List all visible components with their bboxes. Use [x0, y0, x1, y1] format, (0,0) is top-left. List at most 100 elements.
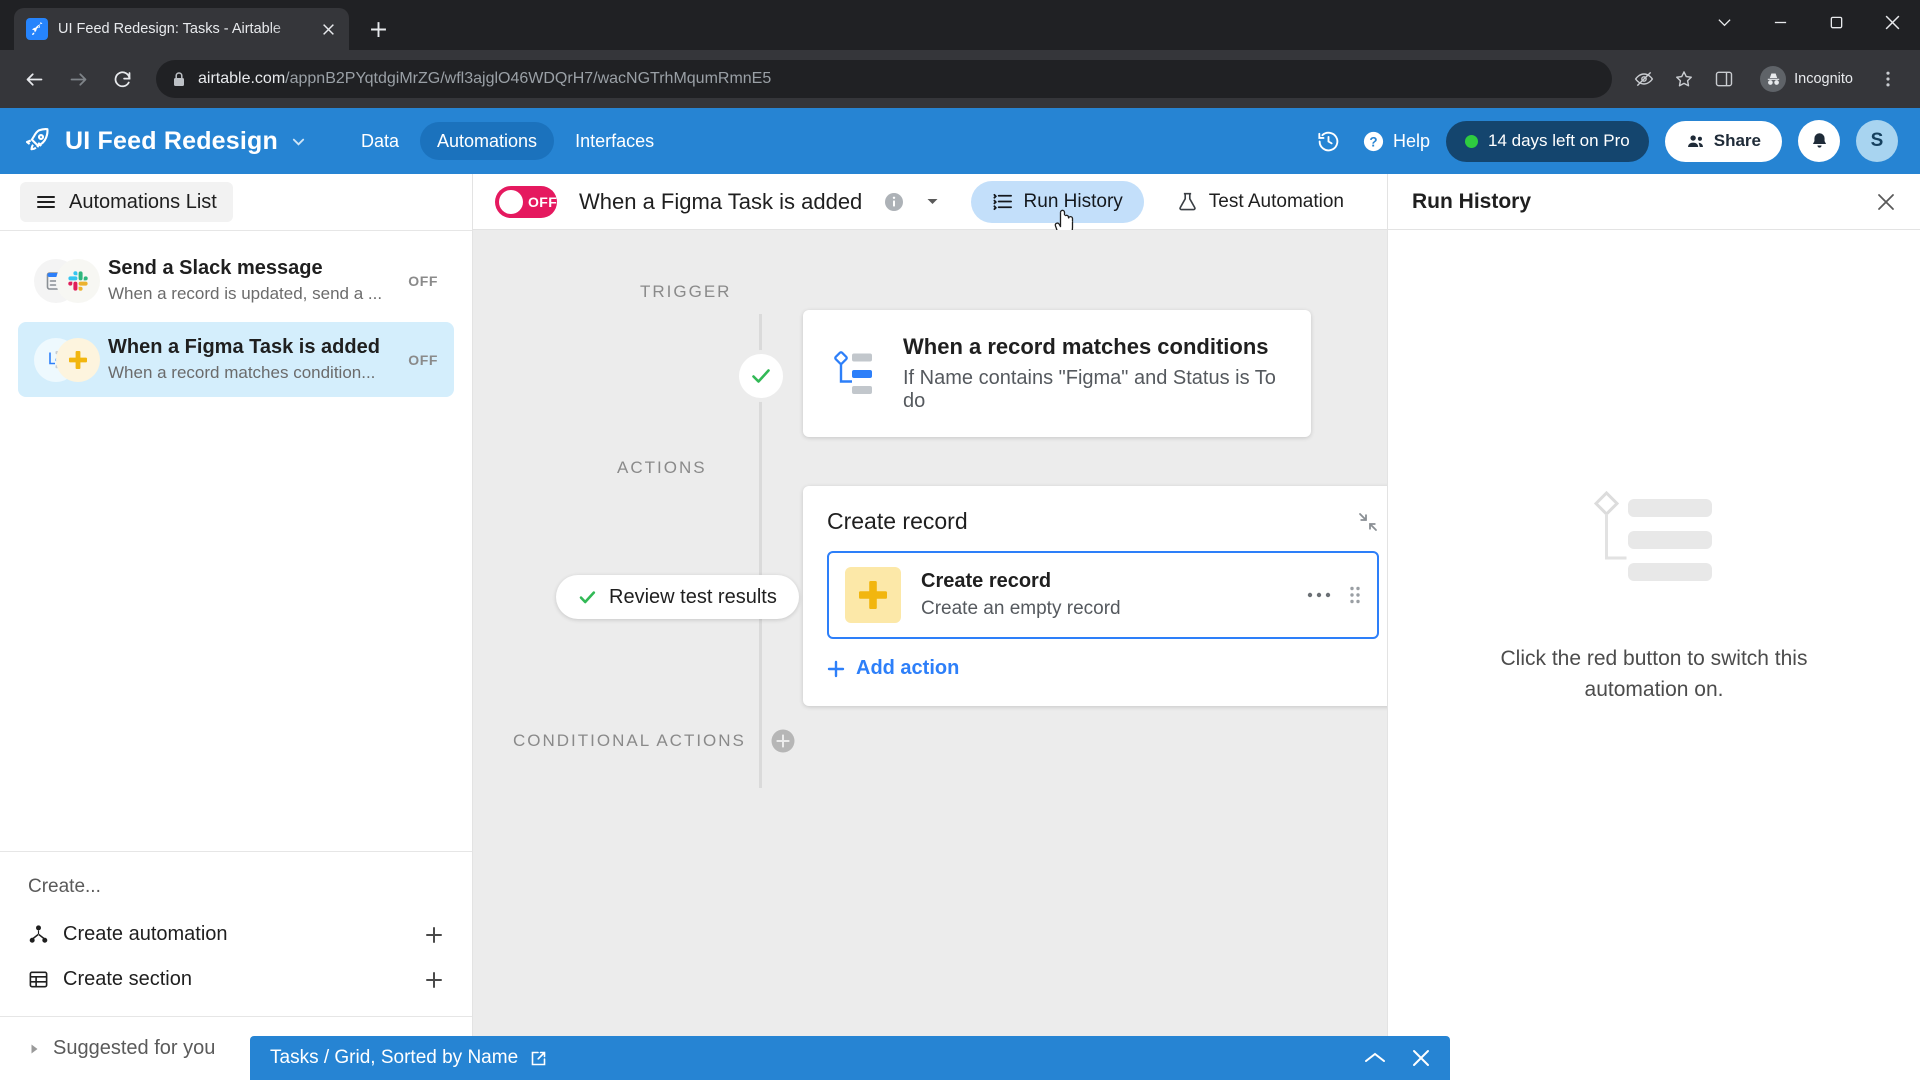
app-header-actions: ? Help 14 days left on Pro Share S — [1312, 120, 1898, 162]
add-icon — [827, 660, 845, 677]
add-conditional-action-icon[interactable] — [770, 728, 796, 754]
action-item-title: Create record — [921, 570, 1052, 592]
create-section-row[interactable]: Create section — [28, 957, 444, 1002]
trigger-section-label: TRIGGER — [640, 282, 732, 301]
trigger-card[interactable]: When a record matches conditions If Name… — [803, 310, 1311, 437]
editor-toolbar-buttons: Run History Test Automation — [970, 180, 1365, 238]
automations-list-label: Automations List — [69, 190, 217, 213]
external-link-icon[interactable] — [530, 1050, 547, 1067]
forward-button[interactable] — [58, 59, 98, 99]
action-group-header: Create record — [827, 508, 1379, 535]
info-icon[interactable] — [884, 192, 904, 212]
minimize-icon[interactable] — [1752, 0, 1808, 44]
create-label: Create... — [28, 876, 101, 897]
bottom-bar-label: Tasks / Grid, Sorted by Name — [270, 1047, 519, 1068]
conditional-actions-label: CONDITIONAL ACTIONS — [513, 731, 746, 750]
reload-button[interactable] — [102, 59, 142, 99]
editor-toolbar: OFF When a Figma Task is added Run Histo… — [473, 174, 1387, 238]
chevron-down-icon[interactable] — [291, 134, 306, 149]
check-icon — [752, 369, 770, 383]
browser-toolbar: airtable.com/appnB2PYqtdgiMrZG/wfl3ajglO… — [0, 50, 1920, 108]
drag-handle-icon[interactable] — [1349, 585, 1361, 605]
toggle-knob — [499, 189, 523, 214]
close-icon[interactable] — [1876, 192, 1896, 212]
lock-icon — [172, 71, 186, 87]
airtable-rocket-icon — [26, 18, 48, 40]
tab-data[interactable]: Data — [344, 122, 416, 160]
app-header: UI Feed Redesign Data Automations Interf… — [0, 108, 1920, 174]
help-button[interactable]: ? Help — [1362, 130, 1430, 153]
list-item-description: When a record is updated, send a ... — [108, 284, 383, 303]
url-domain: airtable.com — [198, 70, 286, 87]
add-icon[interactable] — [424, 970, 444, 990]
list-item[interactable]: Send a Slack message When a record is up… — [18, 243, 454, 318]
close-icon[interactable] — [1412, 1049, 1430, 1067]
create-automation-label: Create automation — [63, 923, 228, 945]
tab-automations[interactable]: Automations — [420, 122, 555, 160]
plus-square-icon — [845, 567, 901, 623]
run-history-empty-state: Click the red button to switch this auto… — [1388, 230, 1920, 1080]
third-party-cookies-blocked-icon[interactable] — [1626, 61, 1662, 97]
trigger-description: If Name contains "Figma" and Status is T… — [903, 367, 1276, 412]
actions-section-label: ACTIONS — [617, 458, 707, 477]
automations-sidebar: Automations List Send a Slack message Wh… — [0, 174, 473, 1080]
incognito-icon — [1760, 66, 1787, 92]
browser-tab[interactable]: UI Feed Redesign: Tasks - Airtable — [14, 8, 349, 50]
chevron-up-icon[interactable] — [1364, 1051, 1386, 1065]
close-icon[interactable] — [317, 18, 339, 40]
add-action-button[interactable]: Add action — [827, 657, 1379, 680]
add-icon[interactable] — [424, 925, 444, 945]
window-controls — [1696, 0, 1920, 44]
automation-text: Send a Slack message When a record is up… — [108, 257, 392, 304]
create-automation-row[interactable]: Create automation — [28, 912, 444, 957]
trigger-status-check — [739, 354, 783, 398]
bell-icon[interactable] — [1798, 120, 1840, 162]
chevron-down-icon[interactable] — [1696, 0, 1752, 44]
toggle-state-label: OFF — [528, 193, 558, 210]
grid-table-icon — [29, 971, 48, 988]
action-item[interactable]: Create record Create an empty record — [827, 551, 1379, 639]
list-lines-icon — [993, 193, 1012, 211]
test-automation-button[interactable]: Test Automation — [1156, 181, 1365, 223]
chevron-down-icon[interactable] — [926, 195, 939, 208]
maximize-icon[interactable] — [1808, 0, 1864, 44]
action-item-text: Create record Create an empty record — [921, 570, 1121, 620]
automation-editor: OFF When a Figma Task is added Run Histo… — [473, 174, 1387, 1080]
side-panel-icon[interactable] — [1706, 61, 1742, 97]
review-test-results-button[interactable]: Review test results — [556, 575, 799, 619]
run-history-header: Run History — [1388, 174, 1920, 230]
trial-status-badge[interactable]: 14 days left on Pro — [1445, 120, 1649, 162]
record-match-icon — [829, 348, 881, 400]
test-automation-label: Test Automation — [1208, 190, 1344, 212]
action-item-description: Create an empty record — [921, 598, 1121, 619]
collapse-arrows-icon[interactable] — [1357, 511, 1379, 533]
automations-list-button[interactable]: Automations List — [20, 182, 233, 222]
bottom-bar[interactable]: Tasks / Grid, Sorted by Name — [250, 1036, 1450, 1080]
rocket-logo-icon — [22, 126, 52, 156]
flow-canvas[interactable]: TRIGGER When a record matches conditions… — [473, 230, 1387, 1080]
window-close-icon[interactable] — [1864, 0, 1920, 44]
back-button[interactable] — [14, 59, 54, 99]
slack-icon — [56, 258, 100, 303]
base-name: UI Feed Redesign — [65, 126, 278, 155]
tab-interfaces[interactable]: Interfaces — [558, 122, 671, 160]
avatar[interactable]: S — [1856, 120, 1898, 162]
automation-toggle[interactable]: OFF — [495, 185, 558, 218]
history-clock-icon[interactable] — [1312, 124, 1346, 158]
trigger-text: When a record matches conditions If Name… — [903, 334, 1285, 413]
automation-text: When a Figma Task is added When a record… — [108, 336, 392, 383]
incognito-profile-button[interactable]: Incognito — [1752, 62, 1866, 96]
status-badge: OFF — [408, 272, 438, 289]
chevron-right-icon — [31, 1044, 38, 1053]
share-button[interactable]: Share — [1664, 120, 1782, 162]
trigger-title: When a record matches conditions — [903, 334, 1269, 359]
ellipsis-icon[interactable] — [1307, 591, 1331, 599]
address-bar[interactable]: airtable.com/appnB2PYqtdgiMrZG/wfl3ajglO… — [156, 60, 1613, 98]
url-path: /appnB2PYqtdgiMrZG/wfl3ajglO46WDQrH7/wac… — [285, 70, 772, 87]
plus-square-icon — [56, 337, 100, 382]
list-item[interactable]: When a Figma Task is added When a record… — [18, 322, 454, 397]
bookmark-star-icon[interactable] — [1666, 61, 1702, 97]
base-brand[interactable]: UI Feed Redesign — [22, 126, 306, 156]
chrome-menu-icon[interactable] — [1870, 61, 1906, 97]
new-tab-button[interactable] — [361, 12, 395, 46]
